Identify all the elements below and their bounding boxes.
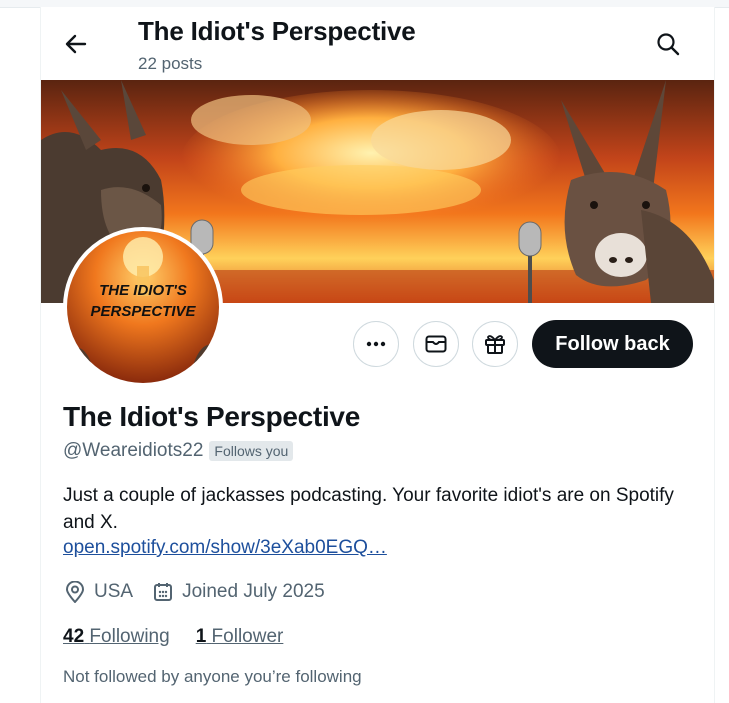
posts-count: 22 posts <box>138 54 203 73</box>
calendar-icon <box>151 580 175 604</box>
follows-you-badge: Follows you <box>209 441 294 461</box>
followers-label: Follower <box>211 626 284 647</box>
profile-location: USA <box>94 581 134 602</box>
back-button[interactable] <box>59 27 93 61</box>
profile-bio: Just a couple of jackasses podcasting. Y… <box>63 485 674 533</box>
avatar-logo-line1: THE IDIOT'S <box>99 282 187 299</box>
profile-column: The Idiot's Perspective 22 posts THE IDI… <box>40 7 715 703</box>
gift-button[interactable] <box>472 321 518 367</box>
not-followed-note: Not followed by anyone you’re following <box>63 667 362 686</box>
mail-icon <box>425 335 447 353</box>
followers-count: 1 <box>195 626 207 647</box>
more-button[interactable] <box>353 321 399 367</box>
profile-header: The Idiot's Perspective 22 posts <box>41 7 714 79</box>
profile-avatar[interactable]: THE IDIOT'S PERSPECTIVE <box>63 227 223 387</box>
arrow-left-icon <box>65 34 87 54</box>
header-title: The Idiot's Perspective <box>138 16 416 46</box>
search-icon <box>657 33 680 56</box>
avatar-logo-line2: PERSPECTIVE <box>90 303 196 320</box>
search-button[interactable] <box>651 27 685 61</box>
more-icon <box>366 341 386 347</box>
avatar-logo: THE IDIOT'S PERSPECTIVE <box>67 231 219 383</box>
location-icon <box>63 580 87 604</box>
following-label: Following <box>89 626 170 647</box>
profile-name: The Idiot's Perspective <box>63 401 360 432</box>
follow-stats: 42 Following 1 Follower <box>63 626 309 648</box>
followers-link[interactable]: 1 Follower <box>196 626 284 648</box>
following-count: 42 <box>63 626 85 647</box>
gift-icon <box>485 335 505 354</box>
profile-joined-date: Joined July 2025 <box>182 581 325 602</box>
message-button[interactable] <box>413 321 459 367</box>
profile-link[interactable]: open.spotify.com/show/3eXab0EGQ… <box>63 537 387 559</box>
following-link[interactable]: 42 Following <box>63 626 170 648</box>
follow-back-button[interactable]: Follow back <box>532 320 693 368</box>
profile-handle: @Weareidiots22 <box>63 440 204 461</box>
profile-meta: USA Joined July 2025 <box>63 580 325 604</box>
handle-row: @Weareidiots22 Follows you <box>63 440 294 462</box>
